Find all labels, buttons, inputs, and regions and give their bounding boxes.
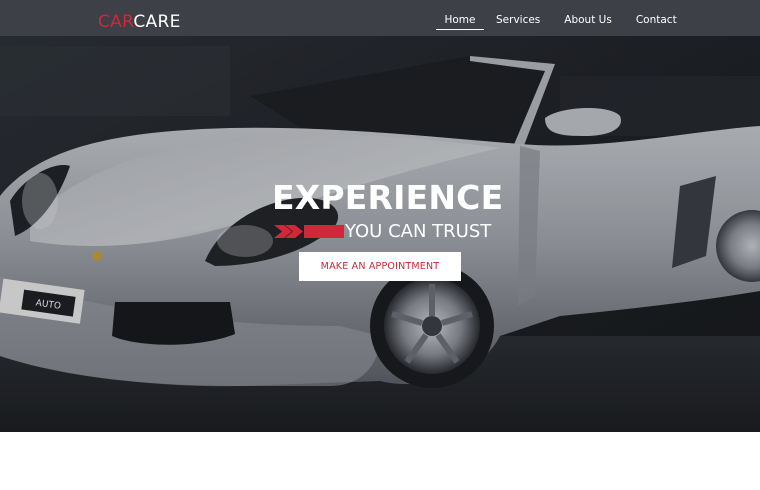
red-stripe-accent xyxy=(274,225,344,238)
main-nav: Home Services About Us Contact xyxy=(436,0,689,36)
logo-part-care: CARE xyxy=(133,12,181,32)
top-navbar: CARCARE Home Services About Us Contact xyxy=(0,0,760,36)
logo-part-car: CAR xyxy=(98,12,134,32)
make-appointment-button[interactable]: MAKE AN APPOINTMENT xyxy=(299,252,461,281)
hero-headline: EXPERIENCE xyxy=(272,178,504,217)
nav-about-us[interactable]: About Us xyxy=(552,0,624,36)
nav-contact[interactable]: Contact xyxy=(624,0,689,36)
brand-logo[interactable]: CARCARE xyxy=(98,11,181,33)
nav-home[interactable]: Home xyxy=(436,0,484,36)
nav-services[interactable]: Services xyxy=(484,0,552,36)
hero-subline: YOU CAN TRUST xyxy=(345,221,492,242)
